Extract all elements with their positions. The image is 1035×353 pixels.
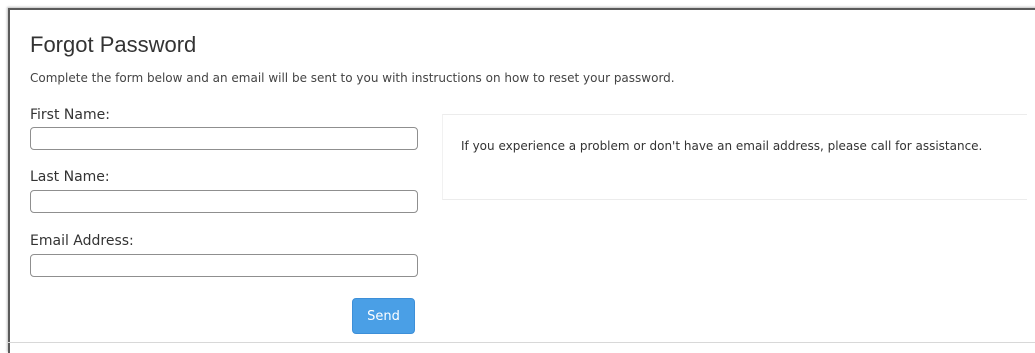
last-name-input[interactable] xyxy=(30,190,418,213)
email-address-input[interactable] xyxy=(30,254,418,277)
panel-bottom-divider xyxy=(8,342,1035,343)
send-button[interactable]: Send xyxy=(352,298,415,334)
assistance-info-text: If you experience a problem or don't hav… xyxy=(461,139,983,153)
page-title: Forgot Password xyxy=(30,32,197,57)
first-name-label: First Name: xyxy=(30,107,110,123)
assistance-info-box: If you experience a problem or don't hav… xyxy=(442,114,1027,200)
form-description: Complete the form below and an email wil… xyxy=(30,71,675,85)
email-address-label: Email Address: xyxy=(30,233,134,249)
last-name-label: Last Name: xyxy=(30,169,110,185)
first-name-input[interactable] xyxy=(30,127,418,150)
